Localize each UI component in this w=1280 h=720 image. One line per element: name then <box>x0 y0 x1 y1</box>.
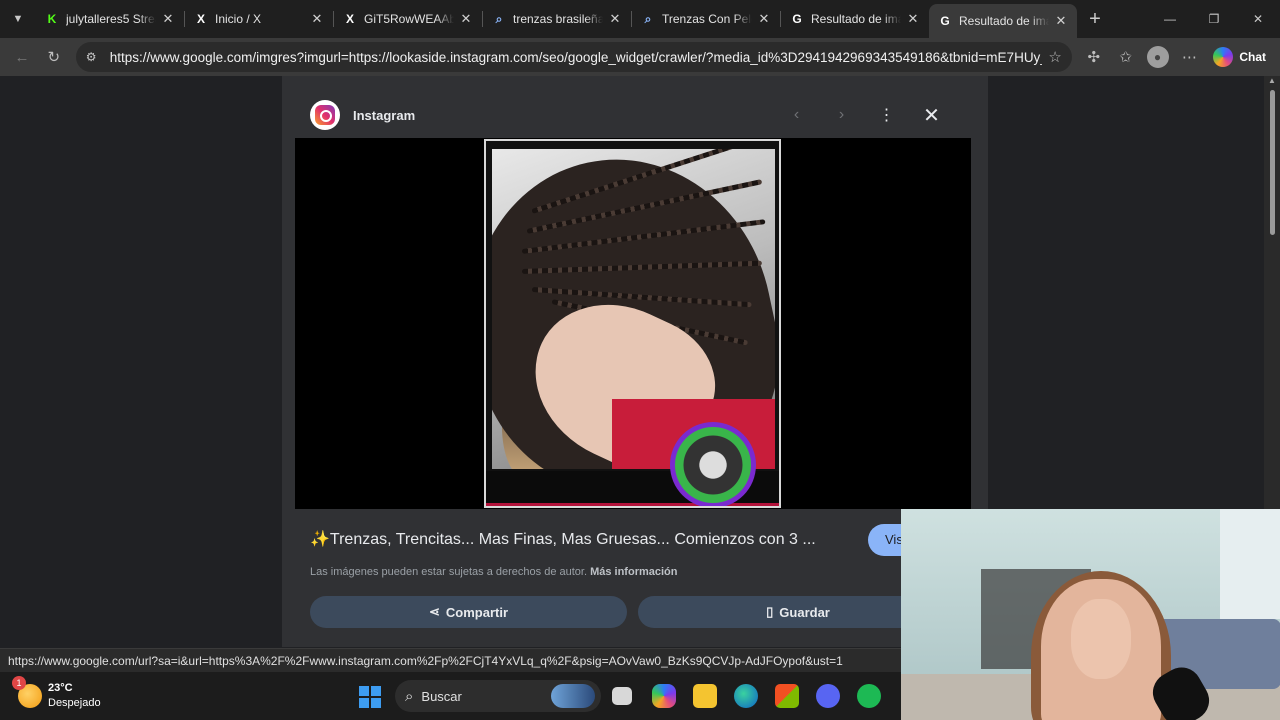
tab-kick[interactable]: K julytalleres5 Stream ✕ <box>36 4 184 34</box>
more-info-link[interactable]: Más información <box>590 566 677 578</box>
profile-button[interactable]: ● <box>1142 41 1174 73</box>
bookmark-icon: ▯ <box>766 604 774 619</box>
more-menu-icon[interactable]: ⋯ <box>1173 41 1205 73</box>
copilot-taskbar-icon[interactable] <box>652 684 676 708</box>
restore-icon[interactable]: ❐ <box>1192 0 1236 38</box>
search-placeholder: Buscar <box>421 688 462 704</box>
tab-google-result-active[interactable]: G Resultado de imágen ✕ <box>929 4 1077 38</box>
task-view-icon[interactable] <box>612 687 632 705</box>
x-logo-icon: X <box>196 12 205 26</box>
tab-title: Resultado de imágen <box>959 14 1049 28</box>
x-logo-icon: X <box>345 12 354 26</box>
close-tab-icon[interactable]: ✕ <box>309 11 325 27</box>
close-tab-icon[interactable]: ✕ <box>458 11 474 27</box>
temperature: 23°C <box>48 682 73 694</box>
webcam-overlay <box>901 509 1280 720</box>
search-highlight-icon <box>551 684 595 708</box>
discord-icon[interactable] <box>816 684 840 708</box>
tab-x-image[interactable]: X GiT5RowWEAAbAB ✕ <box>334 4 482 34</box>
weather-sun-icon: 1 <box>12 676 42 708</box>
copilot-icon <box>1213 47 1234 67</box>
window-controls: — ❐ ✕ <box>1148 0 1280 38</box>
tab-title: trenzas brasileñas <box>513 12 603 26</box>
link-status-bar: https://www.google.com/url?sa=i&url=http… <box>0 648 905 672</box>
close-tab-icon[interactable]: ✕ <box>756 11 772 27</box>
braids-photo <box>492 149 775 469</box>
edge-browser-icon[interactable] <box>734 684 758 708</box>
minimize-icon[interactable]: — <box>1148 0 1192 38</box>
favorites-icon[interactable]: ✩ <box>1110 41 1142 73</box>
google-icon: G <box>792 12 802 26</box>
panel-header: Instagram <box>310 98 415 132</box>
search-icon: ⌕ <box>405 687 414 705</box>
new-tab-button[interactable]: + <box>1077 8 1113 31</box>
image-caption[interactable]: ✨Trenzas, Trencitas... Mas Finas, Mas Gr… <box>310 529 830 549</box>
panel-controls: ‹ › ⋮ ✕ <box>774 100 954 130</box>
kick-icon: K <box>47 12 57 26</box>
tab-title: Resultado de imágen <box>811 12 901 26</box>
preview-image[interactable] <box>484 139 781 508</box>
tab-title: Inicio / X <box>215 12 262 26</box>
taskbar-search[interactable]: ⌕ Buscar <box>395 680 601 712</box>
close-tab-icon[interactable]: ✕ <box>905 11 921 27</box>
share-label: Compartir <box>445 604 509 620</box>
tab-title: GiT5RowWEAAbAB <box>364 12 454 26</box>
file-explorer-icon[interactable] <box>693 684 717 708</box>
scroll-up-icon[interactable]: ▲ <box>1268 76 1276 85</box>
tab-search-menu-icon[interactable]: ▼ <box>0 0 36 38</box>
close-tab-icon[interactable]: ✕ <box>160 11 176 27</box>
reload-icon[interactable]: ↻ <box>38 41 70 73</box>
tab-title: julytalleres5 Stream <box>66 12 156 26</box>
tab-x-home[interactable]: X Inicio / X ✕ <box>185 4 333 34</box>
tab-search-trenzas-pelo[interactable]: ⌕ Trenzas Con Pelo S ✕ <box>632 4 780 34</box>
search-icon: ⌕ <box>644 11 652 26</box>
close-tab-icon[interactable]: ✕ <box>607 11 623 27</box>
instagram-icon[interactable] <box>310 100 340 130</box>
address-bar[interactable]: ⚙ https://www.google.com/imgres?imgurl=h… <box>75 42 1072 72</box>
avatar: ● <box>1146 46 1169 68</box>
bookmark-star-icon[interactable]: ☆ <box>1048 48 1061 66</box>
more-options-icon[interactable]: ⋮ <box>864 100 909 130</box>
tab-search-trenzas[interactable]: ⌕ trenzas brasileñas ✕ <box>483 4 631 34</box>
share-icon: ⋖ <box>428 604 440 619</box>
microsoft-store-icon[interactable] <box>775 684 799 708</box>
browser-toolbar: ← ↻ ⚙ https://www.google.com/imgres?imgu… <box>0 38 1280 76</box>
watermark-logo <box>670 422 756 506</box>
copyright-text: Las imágenes pueden estar sujetas a dere… <box>310 566 591 578</box>
copyright-notice: Las imágenes pueden estar sujetas a dere… <box>310 566 677 578</box>
url-text[interactable]: https://www.google.com/imgres?imgurl=htt… <box>110 50 1043 65</box>
windows-start-icon[interactable] <box>359 686 381 708</box>
notification-badge: 1 <box>12 676 26 690</box>
tab-google-result[interactable]: G Resultado de imágen ✕ <box>781 4 929 34</box>
extensions-icon[interactable]: ✣ <box>1078 41 1110 73</box>
close-window-icon[interactable]: ✕ <box>1236 0 1280 38</box>
back-icon[interactable]: ← <box>6 41 38 73</box>
close-tab-icon[interactable]: ✕ <box>1053 13 1069 29</box>
image-preview-panel: Instagram ‹ › ⋮ ✕ ✨Trenzas, Trencitas...… <box>282 76 988 647</box>
copilot-chat-button[interactable]: Chat <box>1205 47 1274 67</box>
save-label: Guardar <box>779 604 830 620</box>
share-button[interactable]: ⋖ Compartir <box>310 596 627 628</box>
scroll-thumb[interactable] <box>1270 90 1275 235</box>
next-image-icon[interactable]: › <box>819 100 864 130</box>
search-icon: ⌕ <box>495 11 503 26</box>
previous-image-icon[interactable]: ‹ <box>774 100 819 130</box>
close-panel-icon[interactable]: ✕ <box>909 100 954 130</box>
google-icon: G <box>940 14 950 28</box>
weather-condition: Despejado <box>48 697 101 709</box>
weather-widget[interactable]: 1 23°C Despejado <box>12 676 101 711</box>
tab-strip: ▼ K julytalleres5 Stream ✕ X Inicio / X … <box>0 0 1280 38</box>
image-viewer[interactable] <box>295 138 971 509</box>
spotify-icon[interactable] <box>857 684 881 708</box>
source-name[interactable]: Instagram <box>353 108 415 123</box>
chat-label: Chat <box>1239 50 1267 64</box>
site-info-icon[interactable]: ⚙ <box>86 50 102 64</box>
tab-title: Trenzas Con Pelo S <box>662 12 752 26</box>
